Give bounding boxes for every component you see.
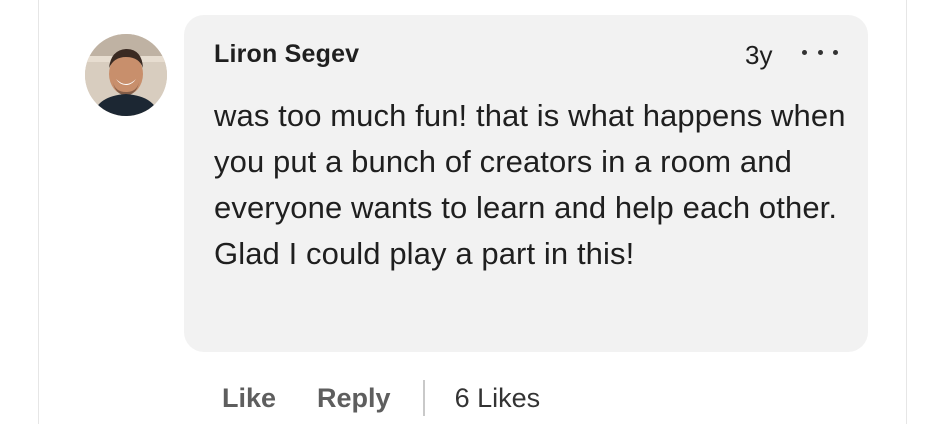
- more-dot: [833, 49, 838, 55]
- panel-left-border: [38, 0, 39, 424]
- more-dot: [817, 49, 823, 55]
- more-dot: [802, 49, 807, 55]
- avatar[interactable]: [85, 34, 167, 116]
- avatar-photo-icon: [85, 34, 167, 116]
- comment-body: was too much fun! that is what happens w…: [214, 98, 846, 271]
- comment-actions: Like Reply 6 Likes: [222, 376, 540, 420]
- more-horizontal-icon[interactable]: [802, 39, 838, 65]
- actions-divider: [422, 380, 425, 416]
- comment-author[interactable]: Liron Segev: [214, 40, 359, 69]
- likes-count[interactable]: 6 Likes: [455, 383, 541, 414]
- reply-button[interactable]: Reply: [317, 383, 391, 414]
- comment-screen: Liron Segev 3y was too much fun! that is…: [0, 0, 946, 424]
- like-button[interactable]: Like: [222, 383, 276, 414]
- comment-bubble: Liron Segev 3y was too much fun! that is…: [184, 15, 868, 352]
- comment-timestamp: 3y: [745, 40, 773, 70]
- panel-right-border: [906, 0, 907, 424]
